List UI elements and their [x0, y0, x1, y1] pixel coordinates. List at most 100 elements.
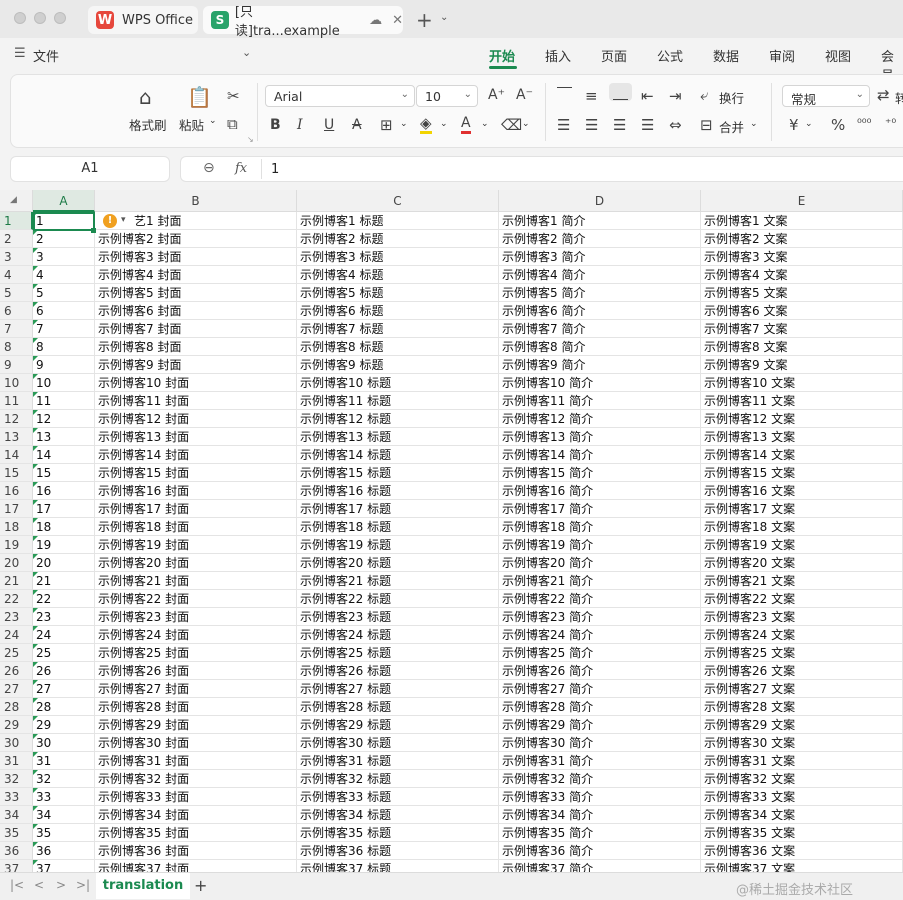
cell-b[interactable]: 示例博客13 封面	[95, 428, 297, 446]
tab-home[interactable]: 开始	[489, 46, 515, 65]
row-header[interactable]: 21	[0, 572, 33, 590]
cell-a[interactable]: 18	[33, 518, 95, 536]
cell-b[interactable]: 示例博客6 封面	[95, 302, 297, 320]
paste-button[interactable]: 粘贴	[179, 115, 204, 134]
row-header[interactable]: 15	[0, 464, 33, 482]
cell-e[interactable]: 示例博客28 文案	[701, 698, 903, 716]
cell-c[interactable]: 示例博客5 标题	[297, 284, 499, 302]
cell-a[interactable]: 12	[33, 410, 95, 428]
decrease-font-icon[interactable]: A⁻	[516, 87, 533, 103]
row-header[interactable]: 14	[0, 446, 33, 464]
cell-b[interactable]: 示例博客26 封面	[95, 662, 297, 680]
cell-b[interactable]: 示例博客28 封面	[95, 698, 297, 716]
cell-a[interactable]: 29	[33, 716, 95, 734]
cell-e[interactable]: 示例博客36 文案	[701, 842, 903, 860]
border-icon[interactable]: ⊞	[380, 116, 393, 134]
cut-icon[interactable]: ✂	[227, 87, 240, 105]
cell-b[interactable]: 示例博客20 封面	[95, 554, 297, 572]
warning-icon[interactable]: !	[103, 214, 117, 228]
convert-button[interactable]: 转	[895, 88, 903, 107]
row-header[interactable]: 1	[0, 212, 33, 230]
cell-e[interactable]: 示例博客23 文案	[701, 608, 903, 626]
tab-review[interactable]: 审阅	[769, 46, 795, 65]
cell-e[interactable]: 示例博客10 文案	[701, 374, 903, 392]
column-header-b[interactable]: B	[95, 190, 297, 212]
cell-e[interactable]: 示例博客1 文案	[701, 212, 903, 230]
cell-c[interactable]: 示例博客19 标题	[297, 536, 499, 554]
tab-document[interactable]: S [只读]tra...example ☁ ✕	[203, 5, 403, 39]
cell-d[interactable]: 示例博客31 简介	[499, 752, 701, 770]
row-header[interactable]: 23	[0, 608, 33, 626]
column-header-a[interactable]: A	[33, 190, 95, 212]
cell-a[interactable]: 27	[33, 680, 95, 698]
cell-c[interactable]: 示例博客8 标题	[297, 338, 499, 356]
cell-d[interactable]: 示例博客34 简介	[499, 806, 701, 824]
cell-e[interactable]: 示例博客18 文案	[701, 518, 903, 536]
row-header[interactable]: 30	[0, 734, 33, 752]
font-color-icon[interactable]: A	[461, 115, 471, 134]
cell-b[interactable]: 示例博客9 封面	[95, 356, 297, 374]
cell-d[interactable]: 示例博客13 简介	[499, 428, 701, 446]
cell-a[interactable]: 32	[33, 770, 95, 788]
cell-e[interactable]: 示例博客2 文案	[701, 230, 903, 248]
row-header[interactable]: 7	[0, 320, 33, 338]
tab-page[interactable]: 页面	[601, 46, 627, 65]
cell-d[interactable]: 示例博客5 简介	[499, 284, 701, 302]
increase-indent-icon[interactable]: ⇥	[669, 87, 682, 105]
row-header[interactable]: 3	[0, 248, 33, 266]
tab-insert[interactable]: 插入	[545, 46, 571, 65]
close-tab-icon[interactable]: ✕	[392, 13, 403, 28]
close-window-button[interactable]	[14, 12, 26, 24]
row-header[interactable]: 2	[0, 230, 33, 248]
cell-b[interactable]: 示例博客32 封面	[95, 770, 297, 788]
copy-icon[interactable]: ⧉	[227, 115, 238, 133]
cell-c[interactable]: 示例博客12 标题	[297, 410, 499, 428]
cell-d[interactable]: 示例博客17 简介	[499, 500, 701, 518]
more-icon[interactable]: ⌄	[242, 46, 251, 59]
row-header[interactable]: 6	[0, 302, 33, 320]
cell-b[interactable]: 示例博客5 封面	[95, 284, 297, 302]
row-header[interactable]: 18	[0, 518, 33, 536]
cell-a[interactable]: 33	[33, 788, 95, 806]
cell-a[interactable]: 20	[33, 554, 95, 572]
cell-c[interactable]: 示例博客26 标题	[297, 662, 499, 680]
cell-a[interactable]: 1	[33, 212, 95, 230]
cell-a[interactable]: 17	[33, 500, 95, 518]
row-header[interactable]: 32	[0, 770, 33, 788]
cell-e[interactable]: 示例博客22 文案	[701, 590, 903, 608]
cell-a[interactable]: 14	[33, 446, 95, 464]
column-header-c[interactable]: C	[297, 190, 499, 212]
percent-button[interactable]: %	[831, 116, 845, 134]
row-header[interactable]: 12	[0, 410, 33, 428]
cell-c[interactable]: 示例博客16 标题	[297, 482, 499, 500]
cell-c[interactable]: 示例博客15 标题	[297, 464, 499, 482]
cell-b[interactable]: 示例博客3 封面	[95, 248, 297, 266]
cell-e[interactable]: 示例博客13 文案	[701, 428, 903, 446]
tab-view[interactable]: 视图	[825, 46, 851, 65]
thousands-separator-icon[interactable]: ⁰⁰⁰	[857, 116, 871, 130]
merge-button[interactable]: 合并	[719, 117, 744, 136]
first-sheet-icon[interactable]: |<	[10, 878, 24, 892]
clear-format-icon[interactable]: ⌫	[501, 116, 522, 134]
cell-d[interactable]: 示例博客26 简介	[499, 662, 701, 680]
cell-b[interactable]: 示例博客12 封面	[95, 410, 297, 428]
wrap-text-icon[interactable]: ⤶	[700, 86, 708, 104]
cell-a[interactable]: 19	[33, 536, 95, 554]
cell-d[interactable]: 示例博客33 简介	[499, 788, 701, 806]
cell-b[interactable]: 示例博客24 封面	[95, 626, 297, 644]
cell-c[interactable]: 示例博客2 标题	[297, 230, 499, 248]
cell-c[interactable]: 示例博客28 标题	[297, 698, 499, 716]
cell-b[interactable]: 示例博客30 封面	[95, 734, 297, 752]
cell-a[interactable]: 35	[33, 824, 95, 842]
cell-c[interactable]: 示例博客13 标题	[297, 428, 499, 446]
cell-e[interactable]: 示例博客35 文案	[701, 824, 903, 842]
select-all-corner[interactable]: ◢	[0, 190, 33, 212]
cell-b[interactable]: 示例博客25 封面	[95, 644, 297, 662]
cell-b[interactable]: 示例博客10 封面	[95, 374, 297, 392]
cell-d[interactable]: 示例博客20 简介	[499, 554, 701, 572]
cell-d[interactable]: 示例博客37 简介	[499, 860, 701, 872]
number-format-select[interactable]: 常规 ⌄	[782, 85, 870, 107]
convert-icon[interactable]: ⇄	[877, 86, 890, 104]
column-header-e[interactable]: E	[701, 190, 903, 212]
align-top-icon[interactable]: ⎺	[557, 85, 572, 103]
